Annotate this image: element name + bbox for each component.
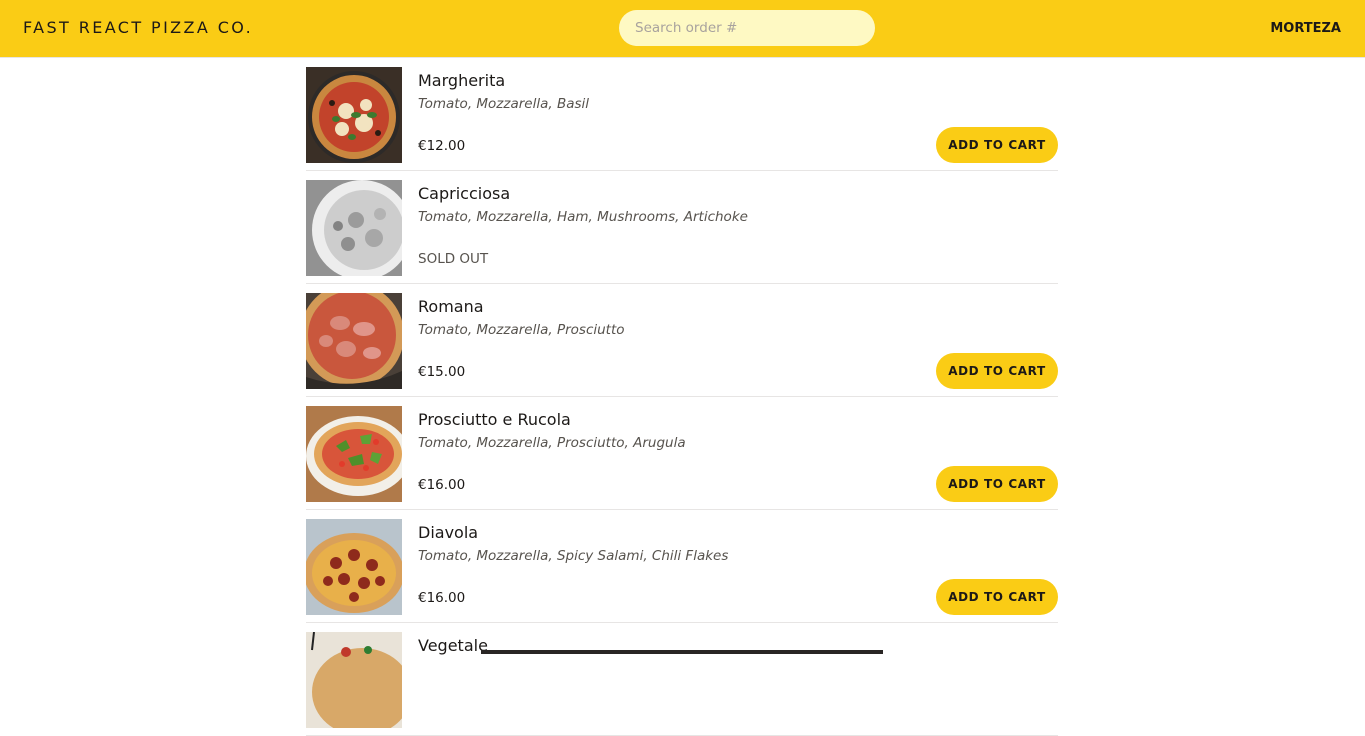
- search-order-input[interactable]: [619, 10, 875, 46]
- pizza-ingredients: Tomato, Mozzarella, Basil: [418, 96, 590, 112]
- pizza-price: €12.00: [418, 138, 466, 154]
- pizza-price: €15.00: [418, 364, 466, 380]
- app-header: Fast React Pizza Co. MORTEZA: [0, 0, 1365, 58]
- pizza-name: Romana: [418, 297, 484, 316]
- pizza-image: [306, 67, 402, 163]
- menu-item-romana: Romana Tomato, Mozzarella, Prosciutto €1…: [306, 284, 1058, 397]
- pizza-image: [306, 519, 402, 615]
- cart-overview-bar[interactable]: [481, 650, 883, 654]
- logo-link[interactable]: Fast React Pizza Co.: [23, 18, 253, 38]
- add-to-cart-button[interactable]: Add to cart: [936, 353, 1058, 389]
- pizza-name: Margherita: [418, 71, 506, 90]
- pizza-image: [306, 632, 402, 728]
- add-to-cart-button[interactable]: Add to cart: [936, 579, 1058, 615]
- pizza-ingredients: Tomato, Mozzarella, Spicy Salami, Chili …: [418, 548, 729, 564]
- pizza-price: €16.00: [418, 477, 466, 493]
- pizza-price: €16.00: [418, 590, 466, 606]
- pizza-ingredients: Tomato, Mozzarella, Ham, Mushrooms, Arti…: [418, 209, 748, 225]
- menu-item-vegetale: Vegetale: [306, 623, 1058, 736]
- sold-out-label: Sold out: [418, 251, 489, 267]
- menu-item-diavola: Diavola Tomato, Mozzarella, Spicy Salami…: [306, 510, 1058, 623]
- pizza-name: Prosciutto e Rucola: [418, 410, 571, 429]
- pizza-image: [306, 293, 402, 389]
- pizza-name: Diavola: [418, 523, 479, 542]
- add-to-cart-button[interactable]: Add to cart: [936, 127, 1058, 163]
- menu-item-prosciutto-e-rucola: Prosciutto e Rucola Tomato, Mozzarella, …: [306, 397, 1058, 510]
- pizza-name: Capricciosa: [418, 184, 511, 203]
- pizza-image: [306, 180, 402, 276]
- pizza-image: [306, 406, 402, 502]
- pizza-ingredients: Tomato, Mozzarella, Prosciutto: [418, 322, 625, 338]
- menu-list: Margherita Tomato, Mozzarella, Basil €12…: [306, 58, 1058, 736]
- username: MORTEZA: [1270, 21, 1341, 36]
- add-to-cart-button[interactable]: Add to cart: [936, 466, 1058, 502]
- pizza-ingredients: Tomato, Mozzarella, Prosciutto, Arugula: [418, 435, 686, 451]
- menu-item-capricciosa: Capricciosa Tomato, Mozzarella, Ham, Mus…: [306, 171, 1058, 284]
- menu-item-margherita: Margherita Tomato, Mozzarella, Basil €12…: [306, 58, 1058, 171]
- pizza-name: Vegetale: [418, 636, 488, 655]
